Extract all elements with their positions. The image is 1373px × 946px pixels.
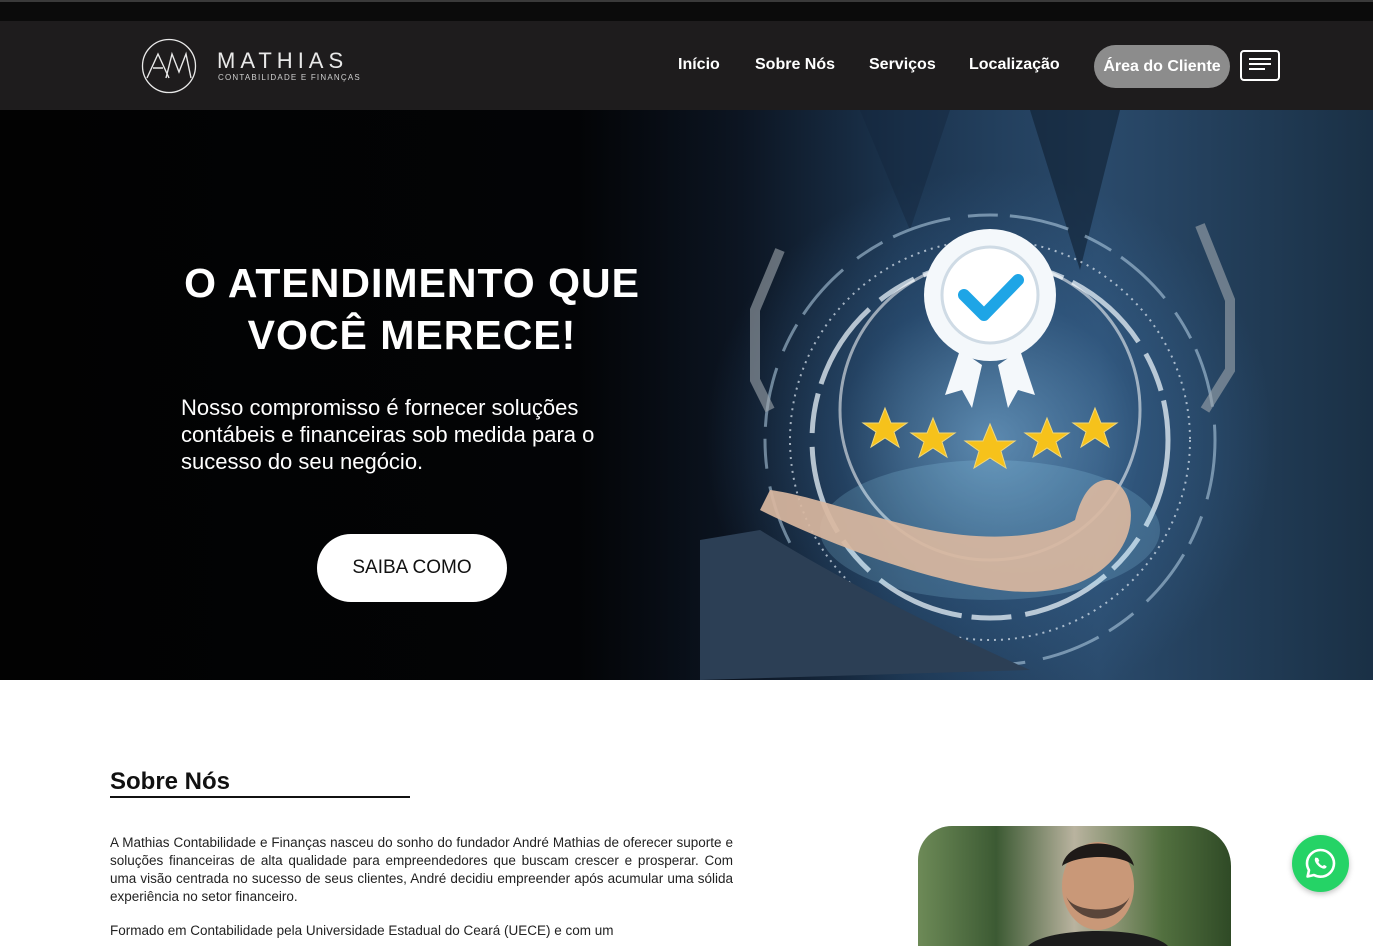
founder-photo [918,826,1231,946]
nav-item-localizacao[interactable]: Localização [969,56,1060,74]
about-paragraph-1: A Mathias Contabilidade e Finanças nasce… [110,834,733,904]
founder-portrait-icon [1028,842,1168,946]
saiba-como-button[interactable]: SAIBA COMO [317,534,507,602]
hero-title-line-2: VOCÊ MERECE! [247,312,577,359]
about-title: Sobre Nós [110,767,231,795]
about-paragraph-2: Formado em Contabilidade pela Universida… [110,922,614,938]
hero-title: O ATENDIMENTO QUE VOCÊ MERECE! [152,257,672,361]
nav-item-sobre-nos[interactable]: Sobre Nós [755,56,835,74]
whatsapp-button[interactable] [1292,835,1349,892]
hamburger-menu-icon[interactable] [1240,50,1280,81]
about-title-underline [110,796,410,798]
whatsapp-icon [1305,848,1336,878]
nav-item-servicos[interactable]: Serviços [869,56,936,74]
quality-badge-illustration [700,110,1235,680]
hero-description: Nosso compromisso é fornecer soluções co… [181,395,595,474]
site-header: MATHIAS CONTABILIDADE E FINANÇAS Início … [0,21,1373,110]
logo-monogram-icon [141,38,197,94]
brand-tagline: CONTABILIDADE E FINANÇAS [218,73,361,82]
top-edge-bar [0,0,1373,21]
hero-section: O ATENDIMENTO QUE VOCÊ MERECE! Nosso com… [0,110,1373,680]
brand-logo[interactable]: MATHIAS CONTABILIDADE E FINANÇAS [141,38,371,94]
nav-item-inicio[interactable]: Início [678,56,720,74]
client-area-button[interactable]: Área do Cliente [1094,45,1230,88]
brand-name: MATHIAS [217,48,349,73]
hero-title-line-1: O ATENDIMENTO QUE [184,260,640,307]
